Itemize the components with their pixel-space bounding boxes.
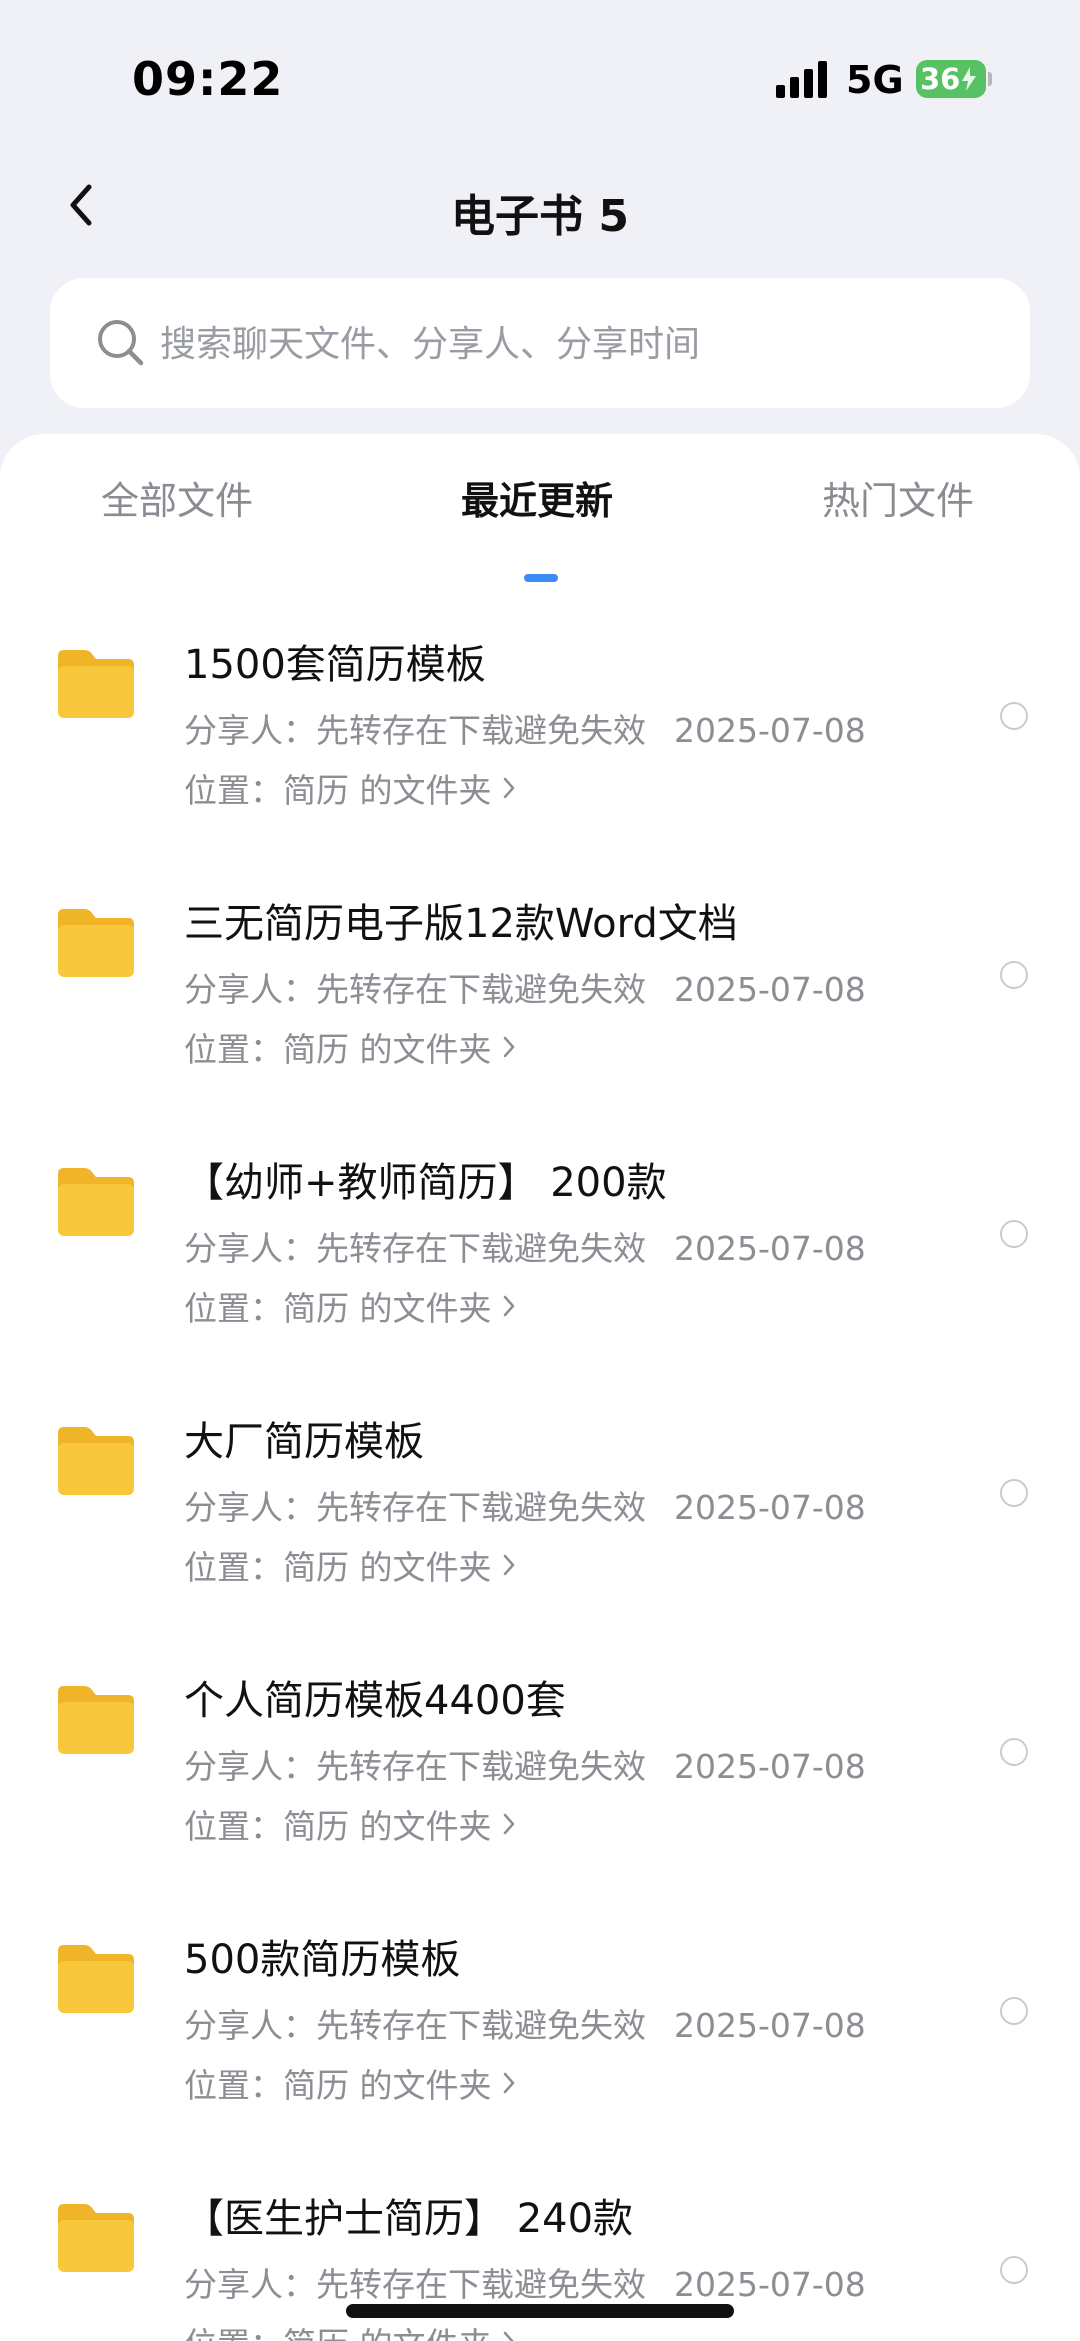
tab-popular-files[interactable]: 热门文件: [822, 470, 974, 525]
file-location-text: 位置：简历 的文件夹: [184, 2318, 492, 2341]
signal-icon: [776, 60, 830, 98]
file-sharer: 分享人：先转存在下载避免失效: [184, 2006, 646, 2045]
file-name: 大厂简历模板: [184, 1419, 424, 1465]
chevron-right-icon: [503, 1554, 514, 1576]
file-sharer: 分享人：先转存在下载避免失效: [184, 1747, 646, 1786]
folder-icon: [58, 909, 134, 977]
chevron-right-icon: [503, 1813, 514, 1835]
select-radio[interactable]: [1000, 1738, 1028, 1766]
file-sharer: 分享人：先转存在下载避免失效: [184, 711, 646, 750]
list-item[interactable]: 500款简历模板 分享人：先转存在下载避免失效 2025-07-08 位置：简历 …: [0, 1907, 1080, 2166]
tab-all-files[interactable]: 全部文件: [101, 470, 253, 525]
select-radio[interactable]: [1000, 1479, 1028, 1507]
select-radio[interactable]: [1000, 961, 1028, 989]
file-date: 2025-07-08: [674, 1488, 866, 1527]
status-bar: 09:22 5G 36: [0, 0, 1080, 160]
file-name: 1500套简历模板: [184, 642, 486, 688]
chevron-right-icon: [503, 2331, 514, 2341]
file-location[interactable]: 位置：简历 的文件夹: [184, 1541, 516, 1589]
folder-icon: [58, 1427, 134, 1495]
chevron-right-icon: [503, 777, 514, 799]
file-name: 三无简历电子版12款Word文档: [184, 901, 738, 947]
file-meta: 分享人：先转存在下载避免失效 2025-07-08: [184, 1740, 866, 1788]
file-sharer: 分享人：先转存在下载避免失效: [184, 1488, 646, 1527]
select-radio[interactable]: [1000, 702, 1028, 730]
file-panel: 全部文件 最近更新 热门文件 1500套简历模板 分享人：先转存在下载避免失效 2…: [0, 434, 1080, 2341]
file-date: 2025-07-08: [674, 2265, 866, 2304]
network-type: 5G: [846, 58, 904, 102]
list-item[interactable]: 大厂简历模板 分享人：先转存在下载避免失效 2025-07-08 位置：简历 的文…: [0, 1389, 1080, 1648]
file-date: 2025-07-08: [674, 711, 866, 750]
file-location[interactable]: 位置：简历 的文件夹: [184, 2059, 516, 2107]
page-title: 电子书 5: [451, 191, 629, 242]
tab-recent-updates[interactable]: 最近更新: [461, 470, 613, 525]
file-date: 2025-07-08: [674, 970, 866, 1009]
list-item[interactable]: 个人简历模板4400套 分享人：先转存在下载避免失效 2025-07-08 位置：…: [0, 1648, 1080, 1907]
select-radio[interactable]: [1000, 2256, 1028, 2284]
file-meta: 分享人：先转存在下载避免失效 2025-07-08: [184, 1999, 866, 2047]
list-item[interactable]: 1500套简历模板 分享人：先转存在下载避免失效 2025-07-08 位置：简历…: [0, 612, 1080, 871]
search-bar[interactable]: [50, 278, 1030, 410]
file-location[interactable]: 位置：简历 的文件夹: [184, 1282, 516, 1330]
battery-cap: [988, 72, 992, 86]
file-location-text: 位置：简历 的文件夹: [184, 1289, 492, 1328]
list-item[interactable]: 【幼师+教师简历】 200款 分享人：先转存在下载避免失效 2025-07-08 …: [0, 1130, 1080, 1389]
file-location[interactable]: 位置：简历 的文件夹: [184, 2318, 516, 2341]
chevron-right-icon: [503, 1295, 514, 1317]
folder-icon: [58, 1945, 134, 2013]
file-date: 2025-07-08: [674, 1747, 866, 1786]
search-input[interactable]: [158, 278, 1002, 410]
battery-icon: 36: [916, 60, 986, 98]
file-sharer: 分享人：先转存在下载避免失效: [184, 1229, 646, 1268]
select-radio[interactable]: [1000, 1220, 1028, 1248]
folder-icon: [58, 2204, 134, 2272]
file-name: 500款简历模板: [184, 1937, 461, 1983]
file-date: 2025-07-08: [674, 2006, 866, 2045]
file-meta: 分享人：先转存在下载避免失效 2025-07-08: [184, 1481, 866, 1529]
file-meta: 分享人：先转存在下载避免失效 2025-07-08: [184, 704, 866, 752]
search-icon: [98, 320, 144, 366]
file-list: 1500套简历模板 分享人：先转存在下载避免失效 2025-07-08 位置：简历…: [0, 612, 1080, 2341]
file-sharer: 分享人：先转存在下载避免失效: [184, 2265, 646, 2304]
file-location[interactable]: 位置：简历 的文件夹: [184, 1800, 516, 1848]
file-name: 个人简历模板4400套: [184, 1678, 566, 1724]
list-item[interactable]: 三无简历电子版12款Word文档 分享人：先转存在下载避免失效 2025-07-0…: [0, 871, 1080, 1130]
file-meta: 分享人：先转存在下载避免失效 2025-07-08: [184, 2258, 866, 2306]
active-tab-indicator: [524, 574, 558, 582]
file-name: 【医生护士简历】 240款: [184, 2196, 634, 2242]
file-location-text: 位置：简历 的文件夹: [184, 1030, 492, 1069]
file-name: 【幼师+教师简历】 200款: [184, 1160, 667, 1206]
file-location[interactable]: 位置：简历 的文件夹: [184, 764, 516, 812]
file-sharer: 分享人：先转存在下载避免失效: [184, 970, 646, 1009]
status-time: 09:22: [132, 52, 284, 106]
file-date: 2025-07-08: [674, 1229, 866, 1268]
select-radio[interactable]: [1000, 1997, 1028, 2025]
file-meta: 分享人：先转存在下载避免失效 2025-07-08: [184, 1222, 866, 1270]
file-location-text: 位置：简历 的文件夹: [184, 771, 492, 810]
file-meta: 分享人：先转存在下载避免失效 2025-07-08: [184, 963, 866, 1011]
home-indicator[interactable]: [346, 2304, 734, 2318]
folder-icon: [58, 1168, 134, 1236]
file-location[interactable]: 位置：简历 的文件夹: [184, 1023, 516, 1071]
tab-bar: 全部文件 最近更新 热门文件: [0, 470, 1080, 582]
file-location-text: 位置：简历 的文件夹: [184, 1807, 492, 1846]
file-location-text: 位置：简历 的文件夹: [184, 2066, 492, 2105]
folder-icon: [58, 1686, 134, 1754]
battery-level: 36: [920, 62, 961, 96]
chevron-right-icon: [503, 1036, 514, 1058]
folder-icon: [58, 650, 134, 718]
chevron-right-icon: [503, 2072, 514, 2094]
file-location-text: 位置：简历 的文件夹: [184, 1548, 492, 1587]
